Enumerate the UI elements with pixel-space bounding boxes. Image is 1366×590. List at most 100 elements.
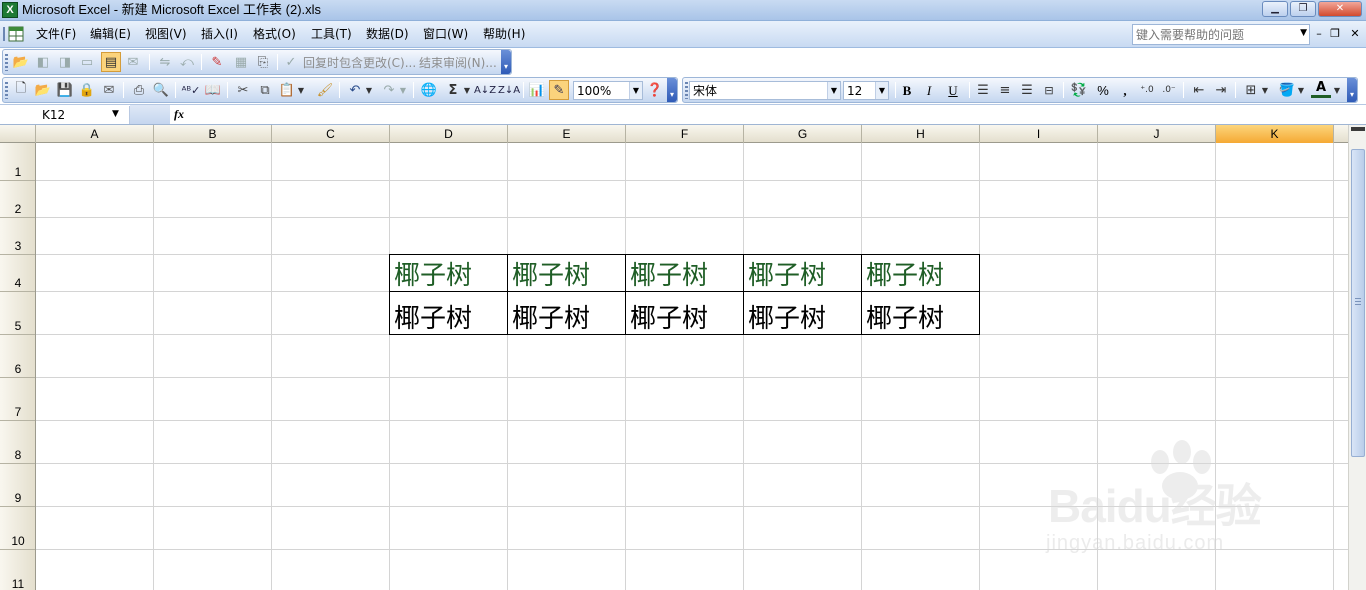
reply-changes-icon[interactable]: ✓ [281,52,301,72]
fill-color-dropdown-icon[interactable]: ▼ [1295,80,1307,100]
cell-d5[interactable]: 椰子树 [389,291,508,335]
cell-d4[interactable]: 椰子树 [389,254,508,292]
restore-icon[interactable]: ❐ [1290,1,1316,17]
hyperlink-icon[interactable]: 🌐 [419,80,439,100]
save-icon[interactable]: 💾 [55,80,75,100]
chart-wizard-icon[interactable]: 📊 [527,80,547,100]
zoom-select[interactable]: 100% ▼ [573,81,643,100]
undo-dropdown-icon[interactable]: ▼ [363,80,375,100]
align-right-icon[interactable]: ☰ [1017,80,1037,100]
underline-button[interactable]: U [943,82,963,100]
font-color-dropdown-icon[interactable]: ▼ [1331,80,1343,100]
column-header-b[interactable]: B [154,125,272,143]
highlight-icon[interactable]: ▦ [231,52,251,72]
select-all-corner[interactable] [0,125,36,143]
redo-dropdown-icon[interactable]: ▼ [397,80,409,100]
sort-descending-icon[interactable]: Z↓A [498,80,520,100]
cut-icon[interactable]: ✂ [233,80,253,100]
row-header-6[interactable]: 6 [0,335,35,378]
align-left-icon[interactable]: ☰ [973,80,993,100]
cell-h5[interactable]: 椰子树 [861,291,980,335]
column-header-h[interactable]: H [862,125,980,143]
row-header-10[interactable]: 10 [0,507,35,550]
new-icon[interactable]: 🗋 [11,80,31,100]
column-header-g[interactable]: G [744,125,862,143]
insert-function-icon[interactable]: fx [174,107,184,122]
permission-icon[interactable]: 🔒 [77,80,97,100]
print-preview-icon[interactable]: 🔍 [151,80,171,100]
merge-center-icon[interactable]: ⊟ [1039,80,1059,100]
menu-help[interactable]: 帮助(H) [483,27,525,41]
increase-indent-icon[interactable]: ⇥ [1211,80,1231,100]
name-box[interactable]: K12 ▼ [0,106,130,124]
column-header-i[interactable]: I [980,125,1098,143]
column-header-d[interactable]: D [390,125,508,143]
row-header-8[interactable]: 8 [0,421,35,464]
toolbar-gripper[interactable] [5,82,8,99]
font-size-select[interactable]: 12 ▼ [843,81,889,100]
borders-dropdown-icon[interactable]: ▼ [1259,80,1271,100]
workbook-icon[interactable] [3,25,27,43]
paste-icon[interactable]: 📋 [277,80,297,100]
doc-close-icon[interactable]: ✕ [1348,27,1362,40]
doc-minimize-icon[interactable]: – [1312,27,1326,40]
toolbar-options-icon[interactable]: ▾ [667,78,677,102]
menu-window[interactable]: 窗口(W) [423,27,468,41]
excel-app-icon[interactable]: X [2,2,18,18]
decrease-decimal-icon[interactable]: .0⁻ [1159,80,1179,100]
currency-icon[interactable]: 💱 [1069,80,1089,100]
close-icon[interactable]: ✕ [1318,1,1362,17]
menu-insert[interactable]: 插入(I) [201,27,238,41]
autosum-icon[interactable]: Σ [443,80,463,100]
reply-changes-label[interactable]: 回复时包含更改(C)... [303,56,416,70]
toolbar-options-icon[interactable]: ▾ [1347,78,1357,102]
row-header-5[interactable]: 5 [0,292,35,335]
toolbar-options-icon[interactable]: ▾ [501,50,511,74]
print-icon[interactable]: ⎙ [129,80,149,100]
autosum-dropdown-icon[interactable]: ▼ [461,80,473,100]
copy-icon[interactable]: ⧉ [255,80,275,100]
research-icon[interactable]: 📖 [203,80,223,100]
menu-data[interactable]: 数据(D) [366,27,409,41]
column-header-e[interactable]: E [508,125,626,143]
decrease-indent-icon[interactable]: ⇤ [1189,80,1209,100]
column-header-f[interactable]: F [626,125,744,143]
percent-button[interactable]: % [1093,82,1113,100]
split-box[interactable] [1351,127,1365,131]
spelling-icon[interactable]: ᴬᴮ✓ [181,80,201,100]
name-box-dropdown-icon[interactable]: ▼ [112,109,119,119]
row-header-2[interactable]: 2 [0,181,35,218]
toolbar-gripper[interactable] [5,54,8,71]
show-all-comments-icon[interactable]: ▤ [101,52,121,72]
menu-file[interactable]: 文件(F) [36,27,76,41]
paste-dropdown-icon[interactable]: ▼ [295,80,307,100]
zoom-dropdown-icon[interactable]: ▼ [629,82,642,99]
help-search-input[interactable] [1133,25,1293,44]
doc-restore-icon[interactable]: ❐ [1328,27,1342,40]
cell-h4[interactable]: 椰子树 [861,254,980,292]
track-changes-icon[interactable]: ⇋ [155,52,175,72]
increase-decimal-icon[interactable]: ⁺.0 [1137,80,1157,100]
column-header-j[interactable]: J [1098,125,1216,143]
send-icon[interactable]: ⎘ [253,52,273,72]
bold-button[interactable]: B [897,82,917,100]
column-header-a[interactable]: A [36,125,154,143]
comma-button[interactable]: , [1115,82,1135,100]
cell-f4[interactable]: 椰子树 [625,254,744,292]
open-icon[interactable]: 📂 [33,80,53,100]
delete-comment-icon[interactable]: ✉ [123,52,143,72]
toolbar-gripper[interactable] [685,82,688,99]
show-comment-icon[interactable]: ▭ [77,52,97,72]
format-painter-icon[interactable]: 🖌 [315,80,335,100]
font-name-select[interactable]: 宋体 ▼ [689,81,841,100]
cell-e4[interactable]: 椰子树 [507,254,626,292]
cell-g5[interactable]: 椰子树 [743,291,862,335]
redo-icon[interactable]: ↷ [379,80,399,100]
row-header-11[interactable]: 11 [0,550,35,590]
menu-tools[interactable]: 工具(T) [311,27,352,41]
cell-f5[interactable]: 椰子树 [625,291,744,335]
row-header-1[interactable]: 1 [0,143,35,181]
help-search-box[interactable]: ▼ [1132,24,1310,45]
menu-edit[interactable]: 编辑(E) [90,27,131,41]
column-header-c[interactable]: C [272,125,390,143]
